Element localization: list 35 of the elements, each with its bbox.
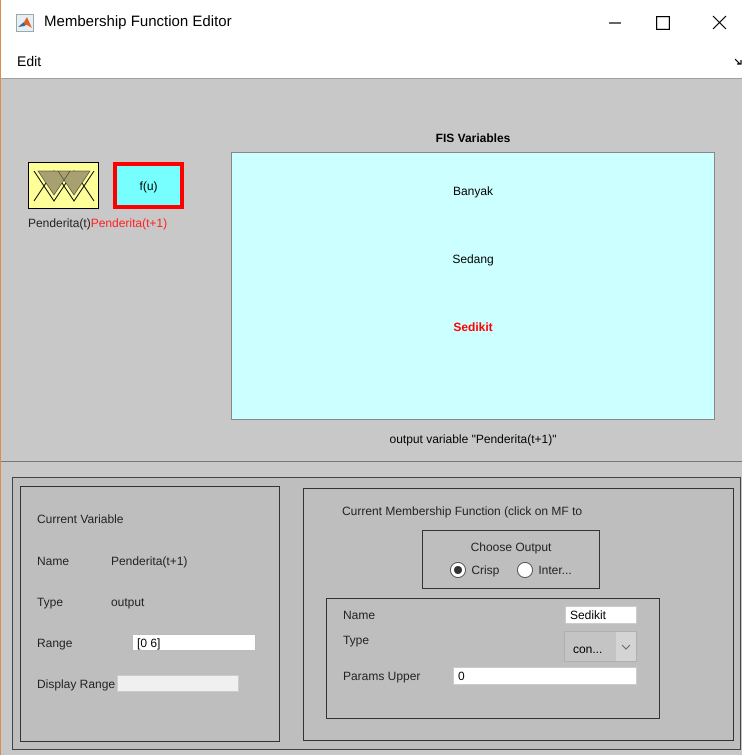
params-input[interactable]: 0 xyxy=(453,667,637,685)
field-value: Penderita(t+1) xyxy=(111,552,188,570)
field-label: Name xyxy=(343,606,376,624)
mf-label[interactable]: Banyak xyxy=(452,182,494,200)
variable-label: Penderita(t) xyxy=(28,215,91,232)
field-label: Type xyxy=(343,632,370,649)
group-title: Choose Output xyxy=(470,539,552,556)
plot-caption: output variable "Penderita(t+1)" xyxy=(390,431,556,448)
input-variable-block[interactable] xyxy=(28,162,99,209)
maximize-icon[interactable] xyxy=(656,16,670,30)
field-label: Display Range xyxy=(37,676,116,692)
field-label: Range xyxy=(37,634,74,652)
caret-icon xyxy=(621,644,631,650)
range-input[interactable]: [0 6] xyxy=(132,634,256,651)
display-range-input[interactable] xyxy=(117,675,240,692)
panel-title: Current Membership Function (click on MF to xyxy=(342,503,584,520)
output-variable-block[interactable]: f(u) xyxy=(113,162,184,209)
window-title: Membership Function Editor xyxy=(44,12,232,32)
plot-title: FIS Variables xyxy=(436,130,510,147)
panel-title: Current Variable xyxy=(37,511,124,528)
menu-item[interactable]: Edit xyxy=(17,51,42,72)
close-icon[interactable] xyxy=(712,15,727,30)
radio-option[interactable]: Crisp xyxy=(450,561,500,579)
name-input[interactable]: Sedikit xyxy=(565,606,637,624)
radio-option[interactable]: Inter... xyxy=(517,561,572,579)
app-icon xyxy=(16,14,34,32)
type-dropdown[interactable]: con... xyxy=(564,631,637,662)
field-label: Type xyxy=(37,594,64,610)
field-label: Name xyxy=(37,552,70,570)
variable-label: Penderita(t+1) xyxy=(90,215,168,232)
mf-label[interactable]: Sedikit xyxy=(453,318,493,336)
field-label: Params Upper xyxy=(343,668,422,685)
arrow-icon[interactable] xyxy=(735,58,742,65)
mf-label[interactable]: Sedang xyxy=(452,250,494,268)
field-value: output xyxy=(111,594,144,610)
